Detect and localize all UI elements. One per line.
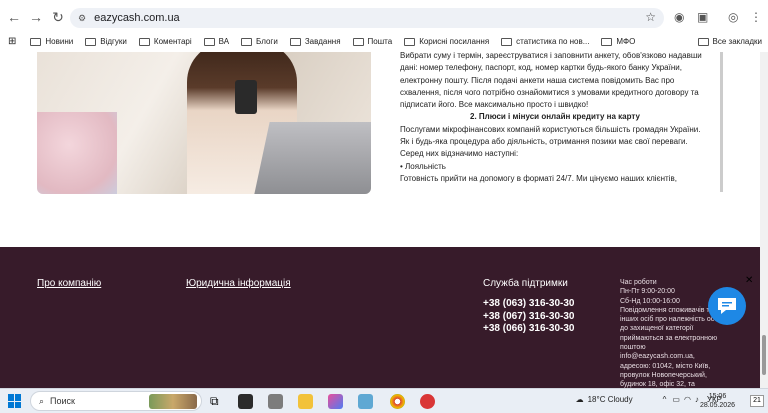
about-link[interactable]: Про компанію: [37, 278, 101, 289]
phone-number[interactable]: +38 (067) 316-30-30: [483, 311, 574, 324]
bookmark-item[interactable]: МФО: [601, 37, 635, 46]
store-icon[interactable]: [238, 394, 253, 409]
url-text: eazycash.com.ua: [94, 12, 180, 24]
taskbar-search[interactable]: ⌕ Поиск: [30, 391, 202, 411]
chrome-icon[interactable]: [390, 394, 405, 409]
folder-icon: [404, 37, 416, 46]
article-paragraph: Готовність прийти на допомогу в форматі …: [400, 173, 677, 183]
search-label: Поиск: [50, 396, 75, 406]
calculator-icon[interactable]: [268, 394, 283, 409]
camera-icon[interactable]: ◉: [674, 10, 684, 24]
bookmark-item[interactable]: ВА: [203, 37, 229, 46]
reload-icon[interactable]: ↻: [47, 6, 69, 28]
weather-text[interactable]: 18°C Cloudy: [588, 395, 633, 404]
bookmark-item[interactable]: Новини: [30, 37, 73, 46]
volume-icon[interactable]: ♪: [695, 395, 699, 404]
chat-button[interactable]: [708, 287, 746, 325]
folder-icon: [85, 37, 97, 46]
clock[interactable]: 15:06 28.05.2026: [700, 392, 735, 410]
app-icon[interactable]: [420, 394, 435, 409]
folder-icon: [289, 37, 301, 46]
article-paragraph: Послугами мікрофінансових компаній корис…: [400, 124, 701, 159]
bookmark-item[interactable]: Корисні посилання: [404, 37, 489, 46]
folder-icon: [352, 37, 364, 46]
hero-image: [37, 52, 371, 194]
bookmarks-bar: ⊞ Новини Відгуки Коментарі ВА Блоги Завд…: [0, 33, 768, 50]
address-bar[interactable]: ⚙ eazycash.com.ua ☆: [70, 8, 664, 28]
task-view-icon[interactable]: ⧉: [210, 394, 225, 409]
bookmark-star-icon[interactable]: ☆: [645, 10, 656, 24]
folder-icon: [697, 37, 709, 46]
phone-number[interactable]: +38 (066) 316-30-30: [483, 323, 574, 336]
folder-icon: [241, 37, 253, 46]
folder-icon: [138, 37, 150, 46]
battery-icon[interactable]: ▭: [672, 395, 680, 404]
extensions-icon[interactable]: ▣: [697, 10, 708, 24]
decor-pillow: [37, 112, 117, 194]
phone-number[interactable]: +38 (063) 316-30-30: [483, 298, 574, 311]
bookmark-item[interactable]: Пошта: [352, 37, 392, 46]
support-phones: +38 (063) 316-30-30 +38 (067) 316-30-30 …: [483, 298, 574, 336]
clock-date: 28.05.2026: [699, 402, 735, 409]
browser-toolbar: ← → ↻ ⚙ eazycash.com.ua ☆ ◉ ▣ ◎ ⋮: [0, 0, 768, 34]
site-footer: Про компанію Юридична інформація Служба …: [0, 247, 768, 388]
chat-icon: [718, 298, 736, 314]
notification-badge[interactable]: 21: [750, 395, 764, 407]
content-section: Вибрати суму і термін, зареєструватися і…: [0, 52, 768, 247]
article-text: Вибрати суму і термін, зареєструватися і…: [400, 52, 710, 185]
support-title: Служба підтримки: [483, 278, 568, 289]
windows-taskbar: ⌕ Поиск ⧉ ☁ 18°C Cloudy ^ ▭ ◠ ♪ УКР 15:0…: [0, 388, 768, 413]
folder-icon: [601, 37, 613, 46]
bookmark-item[interactable]: статистика по нов...: [501, 37, 589, 46]
apps-icon[interactable]: ⊞: [8, 36, 16, 47]
article-heading: 2. Плюси і мінуси онлайн кредиту на карт…: [470, 112, 640, 122]
legal-info-link[interactable]: Юридична інформація: [186, 278, 291, 289]
hours-line: Час роботи: [620, 279, 657, 286]
all-bookmarks[interactable]: Все закладки: [697, 37, 762, 46]
search-highlight-image: [149, 394, 197, 409]
bookmark-item[interactable]: Блоги: [241, 37, 278, 46]
laptop-shape: [254, 122, 371, 194]
page-scrollbar[interactable]: [760, 52, 768, 388]
weather-icon[interactable]: ☁: [576, 395, 584, 404]
web-page: Вибрати суму і термін, зареєструватися і…: [0, 52, 768, 388]
profile-icon[interactable]: ◎: [728, 10, 738, 24]
file-explorer-icon[interactable]: [298, 394, 313, 409]
tray-arrow-icon[interactable]: ^: [663, 395, 667, 404]
folder-icon: [203, 37, 215, 46]
wifi-icon[interactable]: ◠: [684, 395, 691, 404]
clock-time: 15:06: [708, 393, 727, 400]
back-icon[interactable]: ←: [3, 6, 25, 28]
copilot-icon[interactable]: [328, 394, 343, 409]
hours-line: адресою: 01042, місто Київ, провулок Нов…: [620, 362, 711, 388]
site-info-icon[interactable]: ⚙: [78, 13, 86, 24]
notepad-icon[interactable]: [358, 394, 373, 409]
start-icon[interactable]: [8, 394, 22, 408]
folder-icon: [501, 37, 513, 46]
article-paragraph: Вибрати суму і термін, зареєструватися і…: [400, 52, 702, 110]
close-chat-icon[interactable]: ✕: [745, 275, 753, 286]
folder-icon: [30, 37, 42, 46]
bookmark-item[interactable]: Відгуки: [85, 37, 127, 46]
forward-icon[interactable]: →: [25, 6, 47, 28]
phone-shape: [235, 80, 257, 114]
hours-line: info@eazycash.com.ua,: [620, 353, 695, 361]
menu-icon[interactable]: ⋮: [750, 10, 762, 24]
search-icon: ⌕: [39, 395, 45, 406]
scroll-thumb[interactable]: [762, 335, 766, 375]
article-scrollbar[interactable]: [720, 52, 723, 192]
article-bullet: • Лояльність: [400, 161, 446, 171]
browser-chrome: ← → ↻ ⚙ eazycash.com.ua ☆ ◉ ▣ ◎ ⋮ ⊞ Нови…: [0, 0, 768, 52]
bookmark-item[interactable]: Завдання: [289, 37, 341, 46]
bookmark-item[interactable]: Коментарі: [138, 37, 192, 46]
